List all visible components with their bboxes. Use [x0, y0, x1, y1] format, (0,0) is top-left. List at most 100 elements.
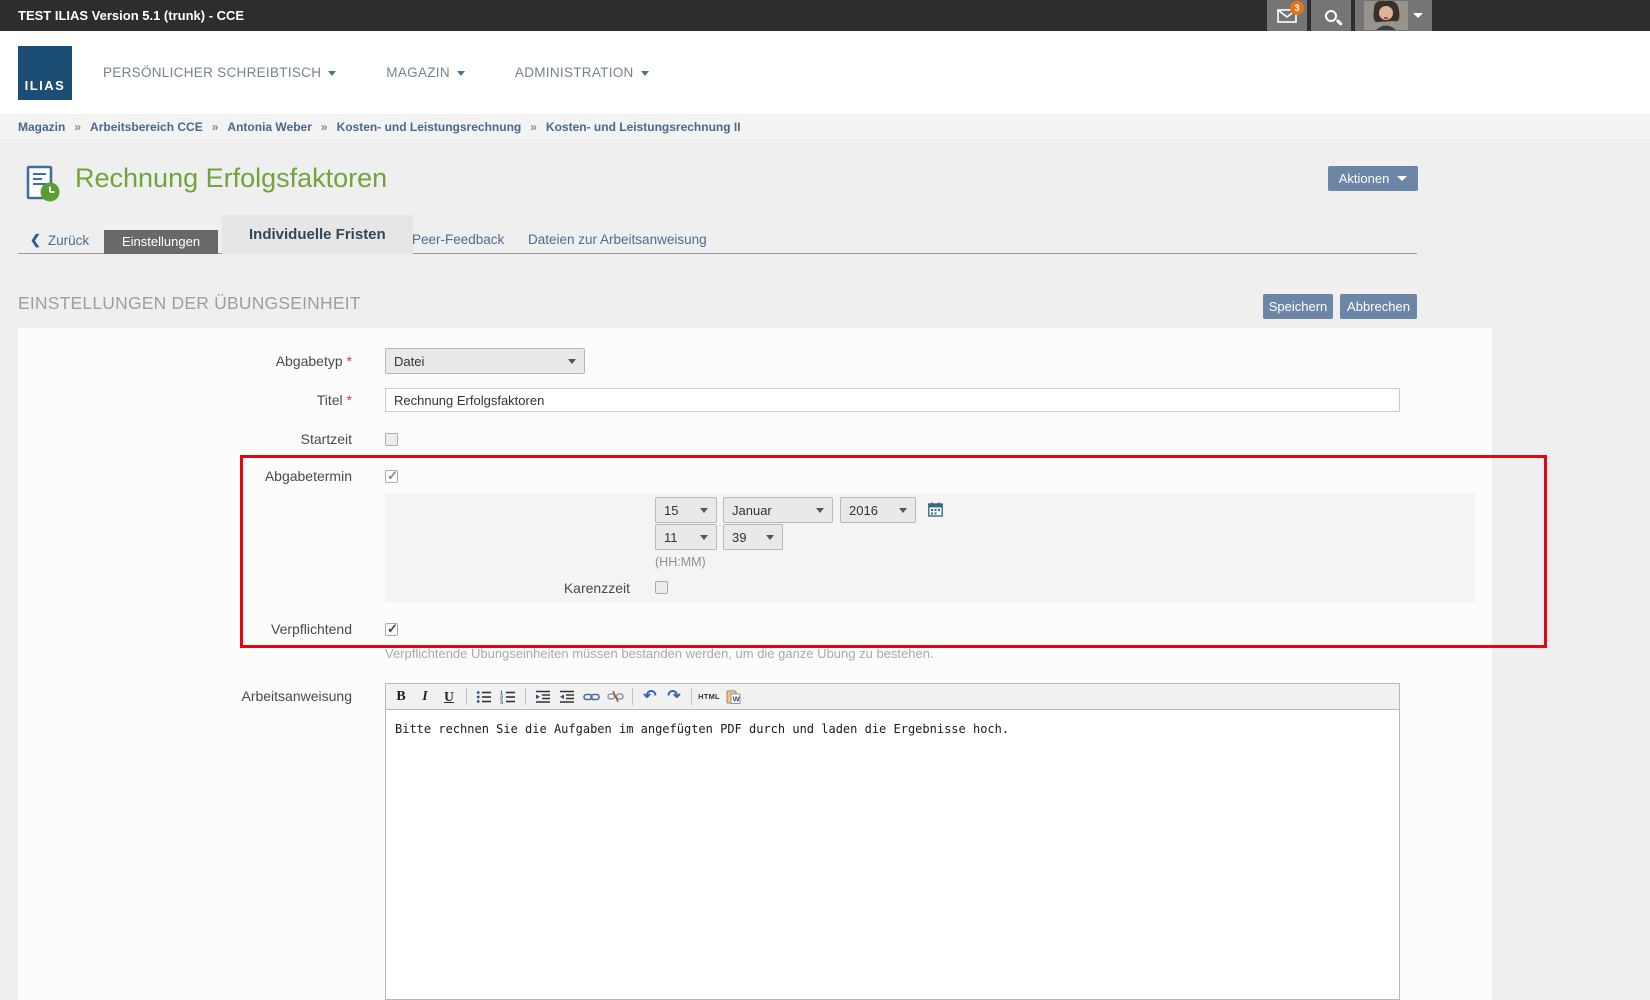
- required-asterisk: *: [347, 392, 352, 408]
- indent-button[interactable]: [532, 686, 554, 707]
- select-caret-icon: [700, 535, 708, 540]
- breadcrumb-separator: »: [321, 120, 328, 134]
- minute-select[interactable]: 39: [723, 524, 783, 550]
- italic-button[interactable]: I: [414, 686, 436, 707]
- select-caret-icon: [700, 508, 708, 513]
- unlink-button[interactable]: [604, 686, 626, 707]
- calendar-icon[interactable]: [928, 502, 943, 517]
- header: ILIAS PERSÖNLICHER SCHREIBTISCH MAGAZIN …: [0, 31, 1650, 114]
- hour-select[interactable]: 11: [655, 524, 717, 550]
- day-select[interactable]: 15: [655, 497, 717, 523]
- settings-form: Abgabetyp * Datei Titel * Startzeit Abga…: [18, 328, 1492, 1000]
- redo-icon: ↷: [667, 689, 680, 705]
- paste-from-word-button[interactable]: W: [722, 686, 744, 707]
- bold-button[interactable]: B: [390, 686, 412, 707]
- back-link[interactable]: ❮ Zurück: [30, 232, 89, 248]
- svg-text:W: W: [732, 694, 740, 703]
- toolbar-separator: [525, 688, 526, 705]
- breadcrumb-link[interactable]: Kosten- und Leistungsrechnung: [337, 120, 522, 134]
- year-select[interactable]: 2016: [840, 497, 916, 523]
- indent-icon: [535, 690, 551, 704]
- startzeit-label: Startzeit: [18, 432, 352, 447]
- link-icon: [583, 691, 600, 703]
- abgabetermin-subpanel: 15 Januar 2016 11 39 (HH:MM): [385, 493, 1475, 602]
- undo-icon: ↶: [643, 689, 656, 705]
- mail-badge: 3: [1290, 1, 1304, 15]
- undo-button[interactable]: ↶: [639, 686, 661, 707]
- page-title: Rechnung Erfolgsfaktoren: [75, 163, 387, 194]
- tab-einstellungen[interactable]: Einstellungen: [104, 230, 218, 254]
- outdent-button[interactable]: [556, 686, 578, 707]
- chevron-down-icon: [328, 71, 336, 76]
- abgabetyp-select[interactable]: Datei: [385, 348, 585, 374]
- ilias-logo[interactable]: ILIAS: [18, 46, 72, 100]
- search-icon: [1325, 10, 1337, 22]
- abgabetermin-checkbox[interactable]: [385, 470, 398, 483]
- tab-peer-feedback[interactable]: Peer-Feedback: [412, 232, 504, 247]
- time-format-hint: (HH:MM): [655, 555, 706, 569]
- breadcrumb-separator: »: [74, 120, 81, 134]
- rte-toolbar: B I U 1 2 3: [385, 683, 1400, 710]
- numbered-list-button[interactable]: 1 2 3: [497, 686, 519, 707]
- startzeit-checkbox[interactable]: [385, 433, 398, 446]
- verpflichtend-hint: Verpflichtende Übungseinheiten müssen be…: [385, 646, 934, 661]
- titel-label: Titel *: [18, 388, 352, 412]
- mail-button[interactable]: 3: [1267, 0, 1307, 31]
- breadcrumb-link[interactable]: Magazin: [18, 120, 65, 134]
- breadcrumb-separator: »: [212, 120, 219, 134]
- karenzzeit-checkbox[interactable]: [655, 581, 668, 594]
- numbered-list-icon: 1 2 3: [500, 690, 516, 704]
- breadcrumb-separator: »: [530, 120, 537, 134]
- paste-from-word-icon: W: [726, 689, 741, 704]
- search-button[interactable]: [1311, 0, 1351, 31]
- tab-dateien-zur-arbeitsanweisung[interactable]: Dateien zur Arbeitsanweisung: [528, 232, 707, 247]
- unlink-icon: [607, 690, 624, 703]
- chevron-down-icon: [641, 71, 649, 76]
- nav-persoenlicher-schreibtisch[interactable]: PERSÖNLICHER SCHREIBTISCH: [103, 65, 336, 80]
- exercise-unit-icon: [23, 165, 61, 203]
- karenzzeit-label: Karenzzeit: [385, 580, 630, 596]
- select-caret-icon: [568, 359, 576, 364]
- select-caret-icon: [899, 508, 907, 513]
- month-select[interactable]: Januar: [723, 497, 833, 523]
- chevron-down-icon: [1397, 176, 1407, 181]
- breadcrumb-link[interactable]: Antonia Weber: [227, 120, 311, 134]
- breadcrumb-link[interactable]: Arbeitsbereich CCE: [90, 120, 203, 134]
- window-title: TEST ILIAS Version 5.1 (trunk) - CCE: [18, 0, 244, 31]
- arbeitsanweisung-content[interactable]: Bitte rechnen Sie die Aufgaben im angefü…: [385, 710, 1400, 1000]
- verpflichtend-label: Verpflichtend: [18, 622, 352, 637]
- abgabetermin-label: Abgabetermin: [18, 469, 352, 484]
- cancel-button[interactable]: Abbrechen: [1340, 294, 1417, 319]
- nav-magazin[interactable]: MAGAZIN: [386, 65, 465, 80]
- tab-individuelle-fristen[interactable]: Individuelle Fristen: [222, 215, 413, 254]
- nav-administration[interactable]: ADMINISTRATION: [515, 65, 649, 80]
- bullet-list-icon: [476, 690, 492, 704]
- main-nav: PERSÖNLICHER SCHREIBTISCH MAGAZIN ADMINI…: [103, 31, 649, 114]
- bullet-list-button[interactable]: [473, 686, 495, 707]
- underline-button[interactable]: U: [438, 686, 460, 707]
- svg-text:3: 3: [500, 700, 503, 704]
- outdent-icon: [559, 690, 575, 704]
- chevron-down-icon: [457, 71, 465, 76]
- actions-button[interactable]: Aktionen: [1328, 166, 1418, 191]
- arbeitsanweisung-label: Arbeitsanweisung: [18, 688, 352, 704]
- breadcrumb-link[interactable]: Kosten- und Leistungsrechnung II: [546, 120, 741, 134]
- save-button[interactable]: Speichern: [1263, 294, 1333, 319]
- user-menu-caret-icon: [1413, 13, 1423, 18]
- redo-button[interactable]: ↷: [663, 686, 685, 707]
- select-caret-icon: [766, 535, 774, 540]
- chevron-left-icon: ❮: [30, 232, 41, 248]
- toolbar-separator: [632, 688, 633, 705]
- verpflichtend-checkbox[interactable]: [385, 623, 398, 636]
- arbeitsanweisung-editor: B I U 1 2 3: [385, 683, 1400, 1000]
- avatar: [1364, 1, 1408, 30]
- user-menu-button[interactable]: [1355, 0, 1432, 31]
- abgabetyp-label: Abgabetyp *: [18, 348, 352, 374]
- toolbar-separator: [466, 688, 467, 705]
- html-source-button[interactable]: HTML: [698, 686, 720, 707]
- titel-input[interactable]: [385, 388, 1400, 412]
- toolbar-separator: [691, 688, 692, 705]
- link-button[interactable]: [580, 686, 602, 707]
- breadcrumb: Magazin » Arbeitsbereich CCE » Antonia W…: [0, 114, 1650, 139]
- select-caret-icon: [816, 508, 824, 513]
